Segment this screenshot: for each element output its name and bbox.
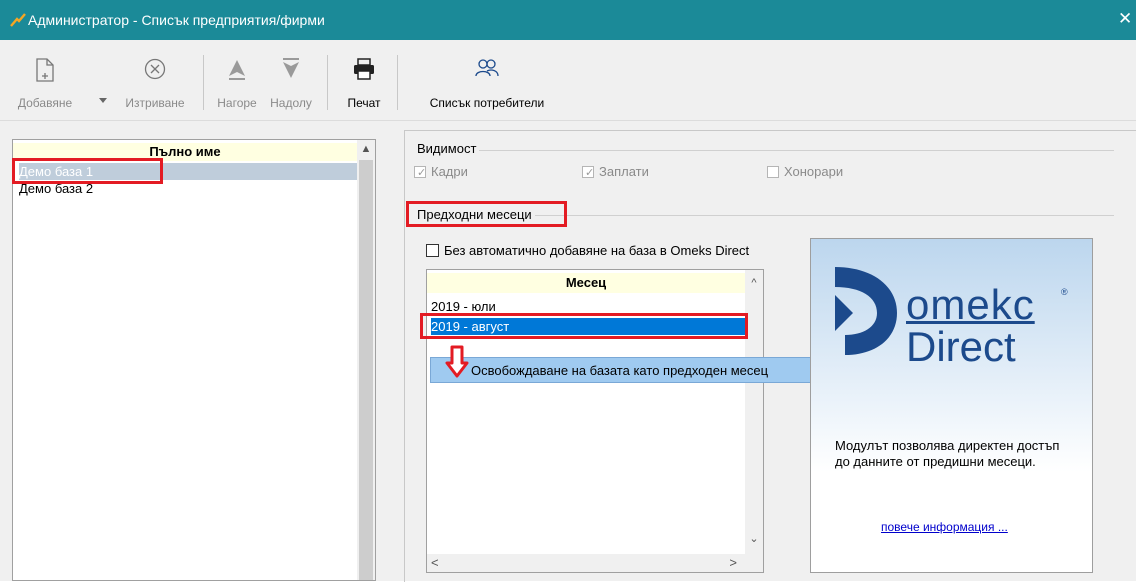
print-button[interactable]: Печат [336, 40, 392, 120]
scroll-down-arrow-icon[interactable]: ⌄ [745, 530, 763, 548]
checkbox-kadri[interactable]: ✓ Кадри [414, 164, 468, 179]
company-list-scrollbar[interactable]: ▲ [357, 140, 375, 580]
company-list[interactable]: Пълно име Демо база 1 Демо база 2 ▲ [12, 139, 376, 581]
arrow-up-icon [229, 60, 245, 80]
group-divider [414, 150, 1114, 151]
highlight-selected-company [12, 158, 163, 184]
print-button-label: Печат [347, 96, 381, 110]
more-info-link[interactable]: повече информация ... [881, 520, 1008, 534]
toolbar-separator [397, 55, 398, 110]
scroll-thumb[interactable] [359, 160, 373, 580]
user-list-label: Списък потребители [429, 96, 545, 110]
logo-text-direct: Direct [906, 323, 1016, 370]
window-title: Администратор - Списък предприятия/фирми [28, 12, 325, 28]
registered-mark: ® [1061, 287, 1068, 297]
arrow-down-icon [283, 58, 299, 78]
promo-description: Модулът позволява директен достъп до дан… [835, 438, 1060, 469]
month-list-hscrollbar[interactable]: < > [427, 554, 745, 572]
scrollbar-corner [745, 554, 763, 572]
check-icon: ✓ [417, 166, 427, 179]
move-up-button[interactable]: Нагоре [212, 40, 262, 120]
title-bar: Администратор - Списък предприятия/фирми… [0, 0, 1136, 40]
scroll-right-arrow-icon[interactable]: > [729, 555, 737, 570]
toolbar-separator [327, 55, 328, 110]
visibility-title: Видимост [414, 141, 480, 156]
omeks-direct-promo: omekc ® Direct Модулът позволява директе… [810, 238, 1093, 573]
checkbox-honorari[interactable]: Хонорари [767, 164, 843, 179]
column-header-month[interactable]: Месец [427, 273, 745, 293]
printer-icon [354, 58, 374, 80]
scroll-up-arrow-icon[interactable]: ^ [745, 274, 763, 292]
checkbox-label: Заплати [599, 164, 649, 179]
highlight-previous-months [406, 201, 567, 227]
checkbox-zaplati[interactable]: ✓ Заплати [582, 164, 649, 179]
checkbox-label: Хонорари [784, 164, 844, 179]
checkbox-label: Кадри [431, 164, 468, 179]
checkbox-box [767, 165, 779, 178]
checkbox-box: ✓ [414, 165, 427, 179]
move-down-button[interactable]: Надолу [266, 40, 316, 120]
delete-button-label: Изтриване [125, 96, 185, 110]
delete-icon [144, 58, 166, 80]
add-dropdown-icon[interactable] [99, 98, 107, 103]
logo-text-omeks: omekc [906, 281, 1035, 328]
user-list-button[interactable]: Списък потребители [412, 40, 562, 120]
move-down-label: Надолу [270, 96, 312, 110]
arrow-down-pointer-icon [445, 345, 469, 378]
context-menu-item-release-database[interactable]: Освобождаване на базата като предходен м… [471, 363, 768, 378]
scroll-left-arrow-icon[interactable]: < [431, 555, 439, 570]
delete-button[interactable]: Изтриване [116, 40, 194, 120]
add-button[interactable]: Добавяне [14, 40, 76, 120]
move-up-label: Нагоре [217, 96, 257, 110]
close-icon[interactable]: ✕ [1118, 10, 1136, 28]
users-icon [475, 59, 499, 77]
checkbox-box: ✓ [582, 165, 595, 179]
checkbox-no-auto-add[interactable]: Без автоматично добавяне на база в Omeks… [426, 243, 749, 258]
scroll-up-arrow-icon[interactable]: ▲ [357, 140, 375, 158]
checkbox-label: Без автоматично добавяне на база в Omeks… [444, 243, 750, 258]
toolbar: Добавяне Изтриване Нагоре Надолу Печат С… [0, 40, 1136, 121]
toolbar-separator [203, 55, 204, 110]
add-document-icon [36, 58, 54, 82]
app-icon [10, 13, 26, 27]
highlight-selected-month [420, 313, 748, 339]
checkbox-box [426, 244, 439, 257]
check-icon: ✓ [585, 166, 595, 179]
add-button-label: Добавяне [17, 96, 73, 110]
omeks-logo-icon [835, 267, 897, 355]
